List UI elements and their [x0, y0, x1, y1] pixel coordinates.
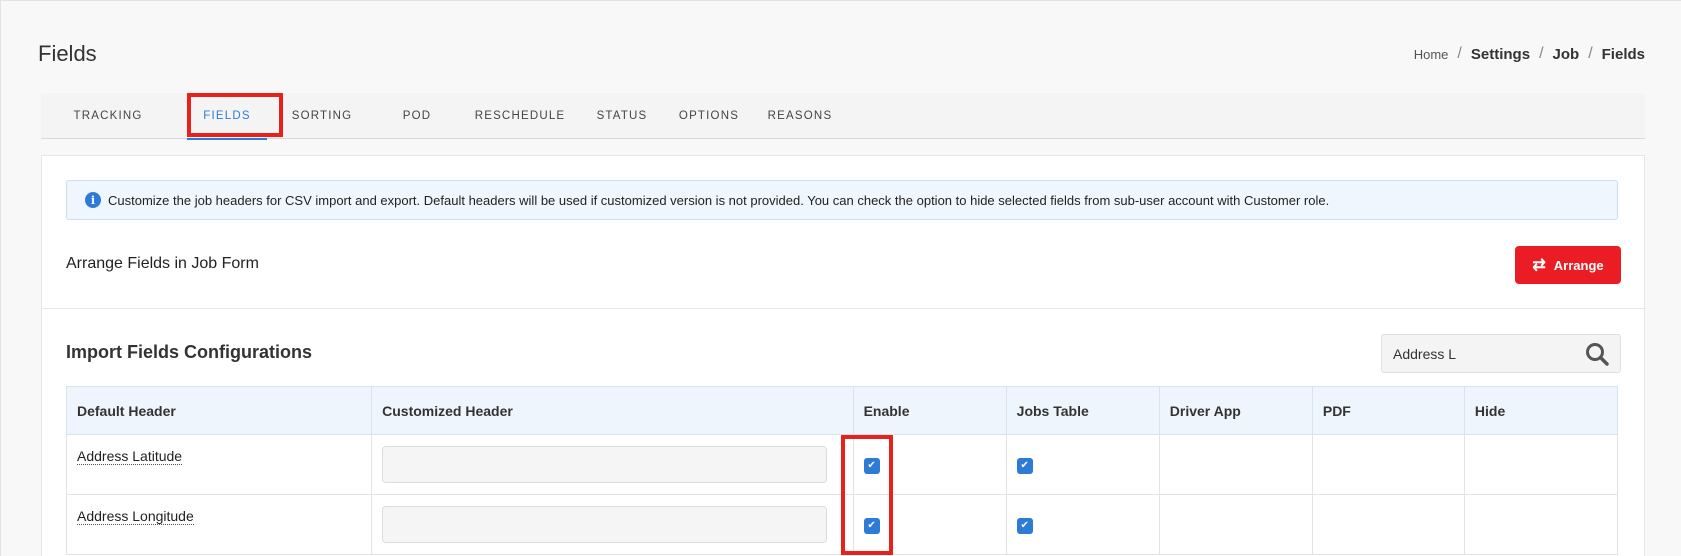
hide-cell [1463, 434, 1619, 495]
driver-app-cell [1158, 494, 1313, 555]
breadcrumb-home[interactable]: Home [1414, 47, 1449, 62]
info-alert: i Customize the job headers for CSV impo… [66, 180, 1618, 220]
pdf-cell [1311, 434, 1465, 495]
swap-icon: ⇄ [1532, 257, 1546, 274]
table-row: Address Longitude ✔ ✔ [65, 494, 1619, 555]
breadcrumb-separator: / [1539, 45, 1544, 62]
column-header-driver-app: Driver App [1158, 386, 1313, 435]
section-title: Import Fields Configurations [66, 342, 312, 362]
column-header-default: Default Header [65, 386, 373, 435]
enable-checkbox[interactable]: ✔ [863, 457, 880, 474]
jobs-table-checkbox[interactable]: ✔ [1016, 457, 1033, 474]
jobs-table-cell: ✔ [1005, 434, 1160, 495]
default-header-cell: Address Longitude [65, 494, 373, 555]
table-header-row: Default Header Customized Header Enable … [65, 386, 1619, 435]
page-title: Fields [38, 41, 97, 66]
breadcrumb-job[interactable]: Job [1553, 46, 1580, 63]
fields-panel: i Customize the job headers for CSV impo… [41, 155, 1645, 556]
tab-fields[interactable]: FIELDS [187, 93, 267, 140]
breadcrumb-settings[interactable]: Settings [1471, 46, 1530, 63]
column-header-hide: Hide [1463, 386, 1619, 435]
search-input[interactable] [1382, 335, 1572, 372]
tab-pod[interactable]: POD [391, 93, 443, 139]
tab-sorting[interactable]: SORTING [281, 93, 363, 139]
info-text: Customize the job headers for CSV import… [108, 192, 1330, 208]
field-name: Address Latitude [77, 448, 183, 465]
customized-header-input[interactable] [382, 506, 828, 543]
table-row: Address Latitude ✔ ✔ [65, 434, 1619, 495]
tab-reschedule[interactable]: RESCHEDULE [469, 93, 571, 139]
jobs-table-cell: ✔ [1005, 494, 1160, 555]
column-header-pdf: PDF [1311, 386, 1465, 435]
arrange-button-label: Arrange [1553, 257, 1604, 273]
column-header-enable: Enable [852, 386, 1007, 435]
tab-options[interactable]: OPTIONS [669, 93, 749, 139]
tab-fields-label: FIELDS [203, 110, 251, 122]
field-name: Address Longitude [77, 508, 194, 525]
arrange-button[interactable]: ⇄ Arrange [1515, 246, 1621, 284]
hide-cell [1463, 494, 1619, 555]
enable-cell: ✔ [852, 434, 1007, 495]
column-header-jobs-table: Jobs Table [1005, 386, 1160, 435]
breadcrumb-separator: / [1457, 45, 1462, 62]
customized-header-cell [371, 494, 854, 555]
tab-reasons[interactable]: REASONS [759, 93, 841, 139]
tab-status[interactable]: STATUS [587, 93, 657, 139]
customized-header-cell [371, 434, 854, 495]
breadcrumb-separator: / [1588, 45, 1593, 62]
search-icon[interactable] [1584, 341, 1610, 367]
enable-checkbox[interactable]: ✔ [863, 517, 880, 534]
customized-header-input[interactable] [382, 446, 828, 483]
jobs-table-checkbox[interactable]: ✔ [1016, 517, 1033, 534]
import-fields-table: Default Header Customized Header Enable … [65, 386, 1619, 555]
search-box [1381, 334, 1621, 373]
info-icon: i [85, 192, 101, 208]
pdf-cell [1311, 494, 1465, 555]
active-tab-indicator [187, 138, 267, 140]
enable-cell: ✔ [852, 494, 1007, 555]
column-header-customized: Customized Header [371, 386, 854, 435]
arrange-label: Arrange Fields in Job Form [66, 255, 259, 272]
tab-tracking-widget[interactable]: TRACKING WIDGET [49, 93, 167, 168]
section-divider [42, 308, 1644, 309]
settings-tabs: TRACKING WIDGET FIELDS SORTING POD RESCH… [41, 93, 1645, 168]
driver-app-cell [1158, 434, 1313, 495]
breadcrumb: Home / Settings / Job / Fields [1414, 45, 1645, 63]
breadcrumb-fields: Fields [1601, 45, 1645, 63]
default-header-cell: Address Latitude [65, 434, 373, 495]
